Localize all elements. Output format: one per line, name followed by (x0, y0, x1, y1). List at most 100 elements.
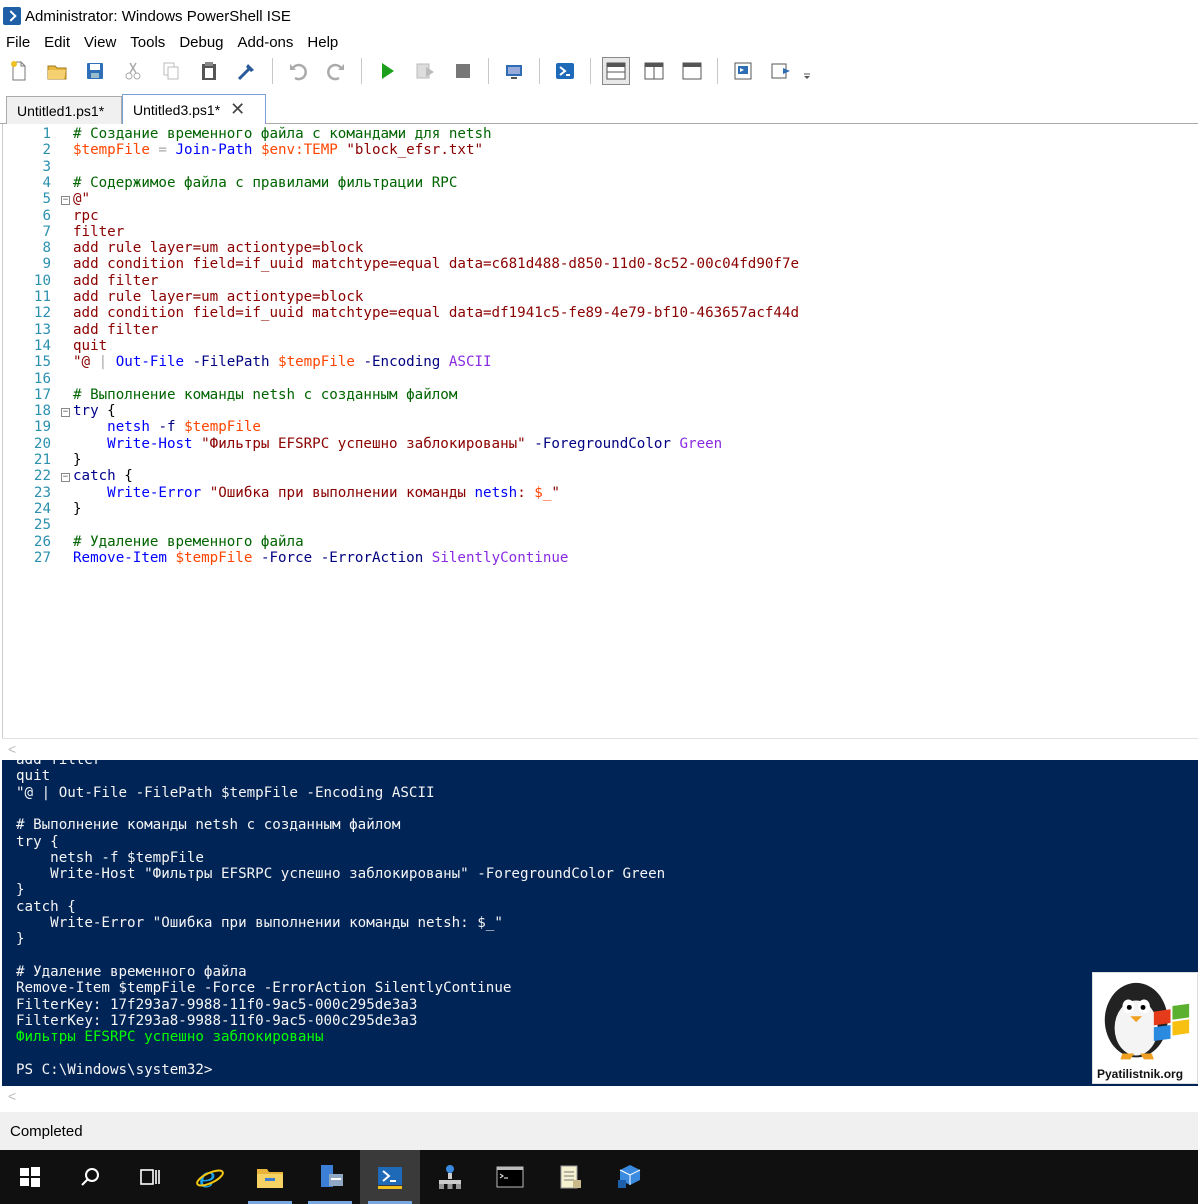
undo-icon[interactable] (284, 57, 312, 85)
console-pane[interactable]: add filter quit "@ | Out-File -FilePath $t… (2, 760, 1198, 1086)
code-line[interactable]: Write-Error "Ошибка при выполнении коман… (73, 485, 560, 501)
code-line[interactable]: add rule layer=um actiontype=block (73, 289, 363, 305)
scroll-left-icon[interactable]: < (8, 741, 16, 757)
run-script-icon[interactable] (373, 57, 401, 85)
menu-help[interactable]: Help (301, 34, 346, 51)
console-horizontal-scrollbar[interactable]: < (2, 1086, 1198, 1106)
console-line: PS C:\Windows\system32> (16, 1061, 213, 1078)
layout-right-icon[interactable] (640, 57, 668, 85)
code-line[interactable]: } (73, 501, 82, 517)
line-number: 26 (33, 533, 51, 550)
layout-top-icon[interactable] (602, 57, 630, 85)
paste-icon[interactable] (195, 57, 223, 85)
menu-add-ons[interactable]: Add-ons (232, 34, 302, 51)
toolbar-overflow-icon[interactable] (800, 57, 814, 85)
file-explorer-icon[interactable] (240, 1150, 300, 1204)
code-line[interactable]: $tempFile = Join-Path $env:TEMP "block_e… (73, 142, 483, 158)
code-line[interactable]: "@ | Out-File -FilePath $tempFile -Encod… (73, 354, 492, 370)
code-line[interactable]: } (73, 452, 82, 468)
powershell-icon[interactable] (551, 57, 579, 85)
command-prompt-icon[interactable] (480, 1150, 540, 1204)
console-line: } (16, 931, 25, 948)
tab-untitled1[interactable]: Untitled1.ps1* (6, 96, 122, 124)
line-number: 17 (33, 386, 51, 403)
code-line[interactable]: add rule layer=um actiontype=block (73, 240, 363, 256)
line-number: 15 (33, 354, 51, 371)
menu-bar: File Edit View Tools Debug Add-ons Help (0, 32, 1198, 53)
console-line: FilterKey: 17f293a7-9988-11f0-9ac5-000c2… (16, 996, 418, 1013)
menu-edit[interactable]: Edit (38, 34, 78, 51)
console-line: Write-Host "Фильтры EFSRPC успешно забло… (16, 866, 666, 883)
line-number: 10 (33, 272, 51, 289)
tab-untitled3[interactable]: Untitled3.ps1* ✕ (122, 94, 266, 124)
new-file-icon[interactable] (5, 57, 33, 85)
collapse-region-icon[interactable]: − (61, 473, 70, 483)
code-line[interactable]: Remove-Item $tempFile -Force -ErrorActio… (73, 550, 568, 566)
search-icon[interactable] (60, 1150, 120, 1204)
console-line: Remove-Item $tempFile -Force -ErrorActio… (16, 980, 512, 997)
menu-debug[interactable]: Debug (173, 34, 231, 51)
line-number: 14 (33, 337, 51, 354)
console-line: netsh -f $tempFile (16, 849, 204, 866)
code-line[interactable]: # Выполнение команды netsh с созданным ф… (73, 387, 457, 403)
code-line[interactable]: catch { (73, 468, 133, 484)
code-line[interactable]: add filter (73, 322, 158, 338)
internet-explorer-icon[interactable]: e (180, 1150, 240, 1204)
powershell-ise-icon[interactable] (360, 1150, 420, 1204)
code-line[interactable]: quit (73, 338, 107, 354)
status-text: Completed (10, 1122, 83, 1140)
scroll-left-icon[interactable]: < (8, 1088, 16, 1104)
tab-label: Untitled1.ps1* (17, 102, 105, 119)
toolbar-separator (272, 58, 273, 84)
line-number: 5 (42, 191, 51, 208)
code-line[interactable]: netsh -f $tempFile (73, 419, 261, 435)
code-line[interactable]: try { (73, 403, 116, 419)
console-line: # Удаление временного файла (16, 963, 247, 980)
line-number: 9 (42, 256, 51, 273)
stop-icon[interactable] (449, 57, 477, 85)
line-number: 2 (42, 142, 51, 159)
layout-max-icon[interactable] (678, 57, 706, 85)
watermark-logo: Pyatilistnik.org (1092, 972, 1198, 1084)
code-line[interactable]: add filter (73, 273, 158, 289)
toolbar-separator (717, 58, 718, 84)
line-number: 22 (33, 468, 51, 485)
redo-icon[interactable] (322, 57, 350, 85)
code-line[interactable]: # Создание временного файла с командами … (73, 126, 492, 142)
script-editor[interactable]: 1 # Создание временного файла с командами… (2, 124, 1198, 738)
server-manager-icon[interactable] (300, 1150, 360, 1204)
show-addon-icon[interactable] (767, 57, 795, 85)
line-number: 4 (42, 174, 51, 191)
clear-console-icon[interactable] (233, 57, 261, 85)
code-line[interactable]: # Содержимое файла с правилами фильтраци… (73, 175, 457, 191)
save-icon[interactable] (81, 57, 109, 85)
close-tab-icon[interactable]: ✕ (230, 99, 245, 120)
copy-icon[interactable] (157, 57, 185, 85)
editor-horizontal-scrollbar[interactable]: < (2, 738, 1198, 758)
menu-view[interactable]: View (78, 34, 124, 51)
collapse-region-icon[interactable]: − (61, 408, 70, 418)
code-line[interactable]: rpc (73, 208, 99, 224)
cut-icon[interactable] (119, 57, 147, 85)
collapse-region-icon[interactable]: − (61, 196, 70, 206)
code-line[interactable]: filter (73, 224, 124, 240)
remote-powershell-icon[interactable] (500, 57, 528, 85)
code-line[interactable]: @" (73, 191, 90, 207)
open-folder-icon[interactable] (43, 57, 71, 85)
menu-file[interactable]: File (0, 34, 38, 51)
line-number: 23 (33, 484, 51, 501)
start-icon[interactable] (0, 1150, 60, 1204)
toolbar-separator (590, 58, 591, 84)
network-icon[interactable] (420, 1150, 480, 1204)
code-line[interactable]: add condition field=if_uuid matchtype=eq… (73, 305, 799, 321)
line-number: 24 (33, 500, 51, 517)
task-view-icon[interactable] (120, 1150, 180, 1204)
code-line[interactable]: # Удаление временного файла (73, 534, 304, 550)
hyper-v-icon[interactable] (600, 1150, 660, 1204)
code-line[interactable]: add condition field=if_uuid matchtype=eq… (73, 256, 799, 272)
menu-tools[interactable]: Tools (124, 34, 173, 51)
run-selection-icon[interactable] (411, 57, 439, 85)
show-command-icon[interactable] (729, 57, 757, 85)
notepad-icon[interactable] (540, 1150, 600, 1204)
code-line[interactable]: Write-Host "Фильтры EFSRPC успешно забло… (73, 436, 722, 452)
